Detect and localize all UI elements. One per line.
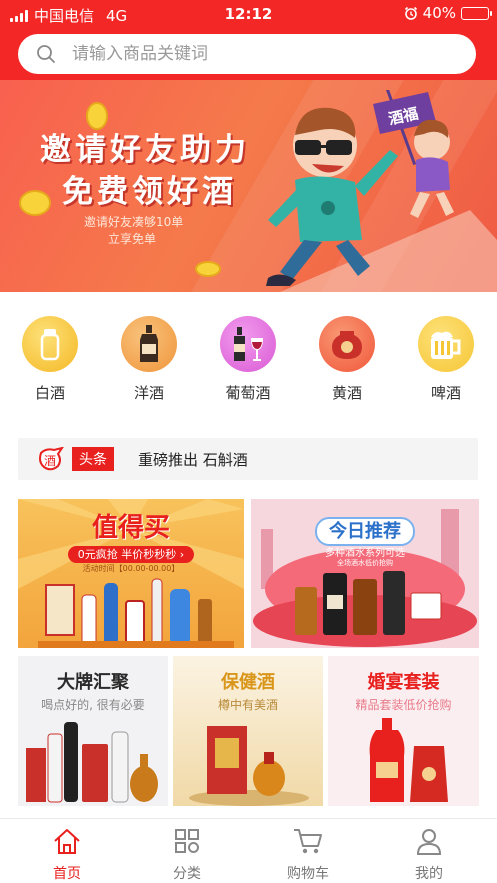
promo-title: 今日推荐 [251,517,479,546]
battery-percent: 40% [422,4,456,22]
health-liquor-image [189,726,309,806]
baijiu-icon [22,316,78,372]
promo-title: 大牌汇聚 [57,672,129,693]
promo-jinrituijian[interactable]: 今日推荐 多种酒水系列可选 全场酒水低价抢购 [251,499,479,648]
headline-ticker[interactable]: 酒 头条 重磅推出 石斛酒 [18,438,478,480]
promo-baojianjiu[interactable]: 保健酒 樽中有美酒 [173,656,323,806]
category-putaojiu[interactable]: 葡萄酒 [213,316,283,403]
promo-subtitle: 多种酒水系列可选 [325,548,405,559]
headline-text: 重磅推出 石斛酒 [138,450,248,469]
category-baijiu[interactable]: 白酒 [15,316,85,403]
promo-hunyantaozhuang[interactable]: 婚宴套装 精品套装低价抢购 [328,656,479,806]
alarm-icon [404,6,417,20]
user-icon [416,829,442,855]
banner-illustration: 酒福 [266,90,497,292]
jiu-logo-icon: 酒 [39,447,64,471]
tab-label: 我的 [415,866,443,882]
banner-headline-2: 免费领好酒 [62,174,237,210]
logo-text: 酒 [44,454,56,468]
promo-zhidemai[interactable]: 值得买 0元疯抢 半价秒秒秒 › 活动时间【00.00-00.00】 [18,499,244,648]
whisky-icon [121,316,177,372]
promo-subtitle: 0元疯抢 半价秒秒秒 › [18,543,244,563]
banner-subtext-2: 立享免单 [108,232,157,246]
status-right: 40% [404,4,492,22]
grid-icon [175,829,199,853]
app-screen: 中国电信 4G 12:12 40% 请输入商品关键词 邀请好友助力 免费领好酒 … [0,0,497,883]
category-label: 黄酒 [331,384,362,402]
headline-tag: 头条 [72,447,114,471]
category-label: 啤酒 [430,384,461,402]
promo-title: 值得买 [91,513,170,543]
promo-subtitle: 喝点好的, 很有必要 [41,698,145,712]
tab-home[interactable]: 首页 [17,827,117,883]
category-label: 洋酒 [133,384,164,402]
banner-headline-1: 邀请好友助力 [40,132,250,168]
promo-subtitle: 精品套装低价抢购 [355,698,452,712]
promo-title: 婚宴套装 [367,672,440,693]
home-icon [54,829,80,854]
status-bar: 中国电信 4G 12:12 40% [0,0,497,28]
brand-bottles-image [26,722,158,803]
promo-title: 保健酒 [221,672,275,693]
coin-icon [19,190,51,216]
liquor-bottles-image [38,578,234,648]
battery-icon [461,6,492,20]
promo-title-text: 今日推荐 [315,517,415,546]
tab-label: 分类 [173,866,201,882]
search-input[interactable] [72,44,432,64]
huangjiu-icon [319,316,375,372]
promo-note: 活动时间【00.00-00.00】 [82,564,180,573]
promo-dapaihuiju[interactable]: 大牌汇聚 喝点好的, 很有必要 [18,656,168,806]
coin-icon [195,261,221,277]
beer-icon [418,316,474,372]
tab-label: 首页 [53,866,81,882]
category-label: 白酒 [34,384,65,402]
search-box[interactable] [18,34,476,74]
promo-banner[interactable]: 邀请好友助力 免费领好酒 邀请好友凑够10单 立享免单 酒福 [0,80,497,292]
bottom-tab-bar: 首页 分类 购物车 我的 [0,818,497,883]
tab-cart[interactable]: 购物车 [258,827,358,883]
tab-category[interactable]: 分类 [137,827,237,883]
category-huangjiu[interactable]: 黄酒 [312,316,382,403]
promo-subtitle-text: 0元疯抢 半价秒秒秒 › [67,546,195,563]
promo-subtitle: 樽中有美酒 [217,698,278,712]
category-pijiu[interactable]: 啤酒 [411,316,481,403]
banner-subtext-1: 邀请好友凑够10单 [84,215,184,229]
wine-icon [220,316,276,372]
whisky-bottles-image [295,571,442,635]
search-icon [37,45,55,63]
search-header [0,28,497,80]
wedding-bottles-image [369,718,448,802]
category-row: 白酒 洋酒 葡萄酒 黄酒 啤酒 [0,316,497,416]
tab-label: 购物车 [287,866,329,882]
tab-mine[interactable]: 我的 [379,827,479,883]
category-label: 葡萄酒 [225,384,271,402]
cart-icon [294,829,322,854]
category-yangjiu[interactable]: 洋酒 [114,316,184,403]
